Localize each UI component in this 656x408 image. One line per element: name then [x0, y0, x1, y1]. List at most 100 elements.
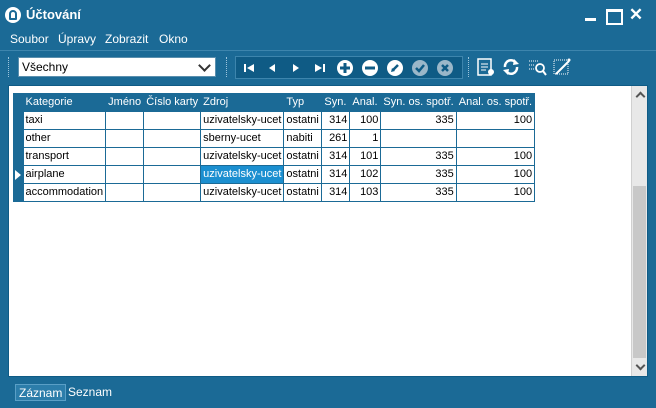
table-row[interactable]: transport uzivatelsky-ucet ostatni 314 1…: [13, 146, 536, 166]
column-header-anal[interactable]: Anal.: [349, 93, 382, 111]
cell-zdroj[interactable]: uzivatelsky-ucet: [200, 182, 285, 202]
view-tabs: Záznam Seznam: [0, 381, 656, 408]
cell-kategorie[interactable]: other: [22, 128, 107, 148]
cell-syn[interactable]: 314: [321, 110, 351, 130]
column-header-jmeno[interactable]: Jméno: [105, 93, 145, 111]
delete-record-icon[interactable]: [361, 59, 379, 77]
toolbar: Všechny: [0, 50, 656, 82]
scrollbar-thumb[interactable]: [633, 186, 646, 358]
cell-typ[interactable]: ostatni: [283, 146, 323, 166]
column-header-anal-os-spotr[interactable]: Anal. os. spotř.: [456, 93, 536, 111]
column-header-kategorie[interactable]: Kategorie: [23, 93, 107, 111]
scroll-down-icon[interactable]: [635, 362, 645, 372]
cell-kategorie[interactable]: transport: [22, 146, 107, 166]
table-row-current[interactable]: airplane uzivatelsky-ucet ostatni 314 10…: [13, 164, 536, 184]
cell-anal-os-spotr[interactable]: 100: [455, 182, 536, 202]
cell-jmeno[interactable]: [105, 110, 145, 130]
cell-syn-os-spotr[interactable]: 335: [380, 146, 457, 166]
cell-cislo-karty[interactable]: [143, 164, 202, 184]
app-icon: [5, 7, 21, 23]
previous-record-icon[interactable]: [263, 59, 281, 77]
cell-cislo-karty[interactable]: [143, 182, 202, 202]
cell-typ[interactable]: ostatni: [283, 110, 323, 130]
cell-anal[interactable]: 101: [349, 146, 382, 166]
row-indicator[interactable]: [13, 146, 24, 166]
cell-syn-os-spotr[interactable]: 335: [380, 182, 457, 202]
scroll-up-icon[interactable]: [635, 90, 645, 100]
toolbar-grip[interactable]: [8, 57, 11, 77]
cell-syn-os-spotr[interactable]: 335: [380, 164, 457, 184]
cell-anal[interactable]: 1: [349, 128, 382, 148]
cell-cislo-karty[interactable]: [143, 128, 202, 148]
cell-syn[interactable]: 314: [321, 146, 351, 166]
column-header-zdroj[interactable]: Zdroj: [200, 93, 285, 111]
cell-syn-os-spotr[interactable]: 335: [380, 110, 457, 130]
cell-anal[interactable]: 100: [349, 110, 382, 130]
cell-kategorie[interactable]: taxi: [22, 110, 107, 130]
cell-syn[interactable]: 314: [321, 182, 351, 202]
cell-jmeno[interactable]: [105, 182, 145, 202]
cell-syn[interactable]: 314: [321, 164, 351, 184]
cell-anal-os-spotr[interactable]: 100: [455, 164, 536, 184]
row-indicator[interactable]: [13, 182, 24, 202]
tab-zaznam[interactable]: Záznam: [15, 384, 67, 401]
column-header-typ[interactable]: Typ: [283, 93, 323, 111]
cell-jmeno[interactable]: [105, 146, 145, 166]
row-indicator[interactable]: [13, 128, 24, 148]
cell-typ[interactable]: ostatni: [283, 164, 323, 184]
cell-anal-os-spotr[interactable]: [455, 128, 536, 148]
menu-zobrazit[interactable]: Zobrazit: [105, 32, 148, 46]
find-icon[interactable]: [527, 56, 547, 78]
vertical-scrollbar[interactable]: [631, 86, 647, 376]
row-indicator[interactable]: [13, 164, 24, 184]
toolbar-grip[interactable]: [226, 57, 229, 77]
cell-syn[interactable]: 261: [321, 128, 351, 148]
close-button[interactable]: ✕: [627, 6, 645, 24]
cell-kategorie[interactable]: accommodation: [22, 182, 107, 202]
cell-typ[interactable]: nabiti: [283, 128, 323, 148]
last-record-icon[interactable]: [311, 59, 329, 77]
row-indicator[interactable]: [13, 110, 24, 130]
menu-bar: Soubor Úpravy Zobrazit Okno: [0, 30, 656, 50]
column-header-syn-os-spotr[interactable]: Syn. os. spotř.: [380, 93, 457, 111]
table-row[interactable]: other sberny-ucet nabiti 261 1: [13, 128, 536, 148]
cell-cislo-karty[interactable]: [143, 146, 202, 166]
cell-anal-os-spotr[interactable]: 100: [455, 146, 536, 166]
cell-anal-os-spotr[interactable]: 100: [455, 110, 536, 130]
cell-zdroj[interactable]: uzivatelsky-ucet: [200, 110, 285, 130]
first-record-icon[interactable]: [240, 59, 258, 77]
toolbar-grip[interactable]: [468, 57, 471, 77]
tab-seznam[interactable]: Seznam: [65, 384, 115, 401]
filter-combo[interactable]: Všechny: [18, 57, 216, 77]
cell-anal[interactable]: 103: [349, 182, 382, 202]
table-row[interactable]: taxi uzivatelsky-ucet ostatni 314 100 33…: [13, 110, 536, 130]
menu-okno[interactable]: Okno: [159, 32, 188, 46]
table-row[interactable]: accommodation uzivatelsky-ucet ostatni 3…: [13, 182, 536, 202]
chevron-down-icon[interactable]: [197, 60, 213, 74]
menu-upravy[interactable]: Úpravy: [58, 32, 96, 46]
report-icon[interactable]: [476, 56, 496, 78]
minimize-button[interactable]: [582, 6, 600, 24]
cell-jmeno[interactable]: [105, 128, 145, 148]
edit-record-icon[interactable]: [386, 59, 404, 77]
maximize-button[interactable]: [604, 6, 623, 25]
column-header-cislo-karty[interactable]: Číslo karty: [143, 93, 202, 111]
cell-typ[interactable]: ostatni: [283, 182, 323, 202]
grid-header-row: Kategorie Jméno Číslo karty Zdroj Typ Sy…: [13, 93, 536, 111]
cell-cislo-karty[interactable]: [143, 110, 202, 130]
cell-zdroj-selected[interactable]: uzivatelsky-ucet: [200, 164, 285, 184]
cell-zdroj[interactable]: uzivatelsky-ucet: [200, 146, 285, 166]
refresh-icon[interactable]: [501, 56, 521, 78]
magic-filter-icon[interactable]: [552, 56, 572, 78]
cell-anal[interactable]: 102: [349, 164, 382, 184]
cell-jmeno[interactable]: [105, 164, 145, 184]
confirm-icon[interactable]: [411, 59, 429, 77]
cell-syn-os-spotr[interactable]: [380, 128, 457, 148]
cell-kategorie[interactable]: airplane: [22, 164, 107, 184]
add-record-icon[interactable]: [336, 59, 354, 77]
column-header-syn[interactable]: Syn.: [321, 93, 351, 111]
menu-soubor[interactable]: Soubor: [10, 32, 49, 46]
cell-zdroj[interactable]: sberny-ucet: [200, 128, 285, 148]
cancel-icon[interactable]: [436, 59, 454, 77]
next-record-icon[interactable]: [287, 59, 305, 77]
